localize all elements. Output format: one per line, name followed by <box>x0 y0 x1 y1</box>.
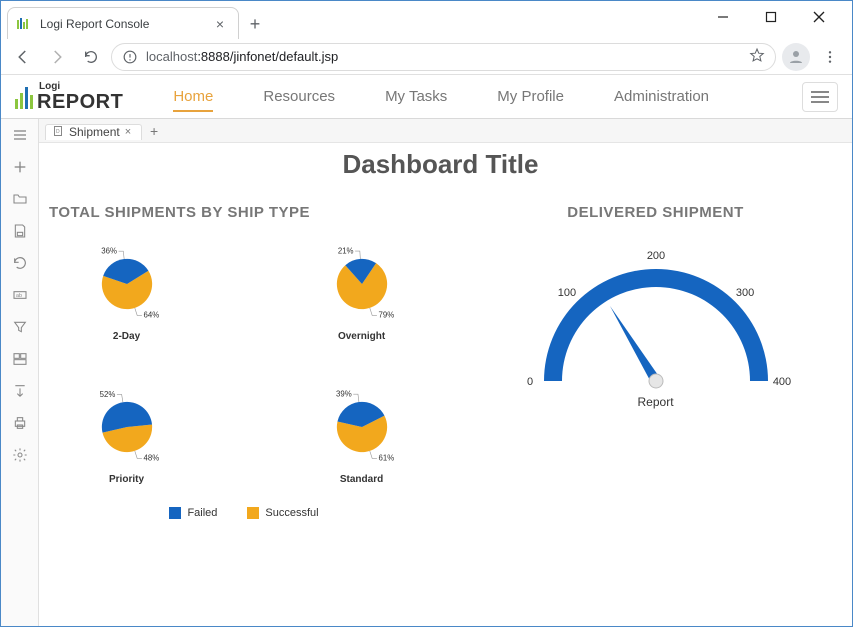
pie-chart-2-day: 36% 64% 2-Day <box>49 239 204 342</box>
legend-failed-label: Failed <box>187 507 217 519</box>
settings-icon[interactable] <box>10 445 30 465</box>
document-tab-label: Shipment <box>69 125 120 139</box>
svg-text:0: 0 <box>526 376 532 388</box>
layout-icon[interactable] <box>10 349 30 369</box>
document-icon: D <box>52 125 64 140</box>
browser-window: Logi Report Console × + localhost:8888/j… <box>0 0 853 627</box>
legend-failed: Failed <box>169 507 217 519</box>
logo-bars-icon <box>15 85 33 109</box>
nav-my-tasks[interactable]: My Tasks <box>385 75 447 118</box>
pie-chart-standard: 39% 61% Standard <box>284 382 439 485</box>
pie-chart-overnight: 21% 79% Overnight <box>284 239 439 342</box>
refresh-icon[interactable] <box>10 253 30 273</box>
minimize-button[interactable] <box>710 4 736 30</box>
svg-text:300: 300 <box>735 287 753 299</box>
add-document-button[interactable]: + <box>142 123 166 139</box>
document-tab[interactable]: D Shipment × <box>45 124 142 140</box>
nav-my-profile[interactable]: My Profile <box>497 75 564 118</box>
forward-button[interactable] <box>43 43 71 71</box>
tab-close-icon[interactable]: × <box>212 16 228 32</box>
browser-tabstrip: Logi Report Console × + <box>1 1 269 39</box>
svg-text:200: 200 <box>646 250 664 262</box>
legend: Failed Successful <box>49 507 439 519</box>
app-header: Logi REPORT Home Resources My Tasks My P… <box>1 75 852 119</box>
main-nav: Home Resources My Tasks My Profile Admin… <box>173 75 709 118</box>
plus-icon[interactable] <box>10 157 30 177</box>
hamburger-button[interactable] <box>802 82 838 112</box>
dashboard-title: Dashboard Title <box>49 149 832 180</box>
favicon-icon <box>16 16 32 32</box>
browser-tab-title: Logi Report Console <box>40 17 204 31</box>
site-info-icon[interactable] <box>122 49 138 65</box>
delivered-panel: DELIVERED SHIPMENT 0 100 200 300 400 Report <box>479 204 832 519</box>
svg-text:39%: 39% <box>336 390 352 399</box>
pie-charts-grid: 36% 64% 2-Day 21% 79% Overnight 52% 48% Priority… <box>49 239 439 485</box>
browser-tab[interactable]: Logi Report Console × <box>7 7 239 39</box>
gauge-caption: Report <box>638 395 674 409</box>
svg-text:48%: 48% <box>143 454 159 463</box>
svg-text:36%: 36% <box>101 247 117 256</box>
pie-title: Priority <box>109 474 144 485</box>
legend-successful-label: Successful <box>265 507 318 519</box>
titlebar: Logi Report Console × + <box>1 1 852 39</box>
new-tab-button[interactable]: + <box>241 10 269 38</box>
body-area: ab D Shipment × + Dashboard Title TOTAL … <box>1 119 852 626</box>
svg-text:ab: ab <box>16 293 22 299</box>
list-view-icon[interactable] <box>10 125 30 145</box>
nav-home[interactable]: Home <box>173 75 213 118</box>
browser-menu-button[interactable] <box>816 43 844 71</box>
svg-text:100: 100 <box>557 287 575 299</box>
gauge-chart: 0 100 200 300 400 Report <box>479 241 832 409</box>
reload-button[interactable] <box>77 43 105 71</box>
filter-icon[interactable] <box>10 317 30 337</box>
maximize-button[interactable] <box>758 4 784 30</box>
print-icon[interactable] <box>10 413 30 433</box>
url-bar: localhost:8888/jinfonet/default.jsp <box>1 39 852 75</box>
legend-successful: Successful <box>247 507 318 519</box>
address-bar[interactable]: localhost:8888/jinfonet/default.jsp <box>111 43 776 71</box>
text-field-icon[interactable]: ab <box>10 285 30 305</box>
pie-chart-priority: 52% 48% Priority <box>49 382 204 485</box>
svg-text:52%: 52% <box>99 390 115 399</box>
svg-text:21%: 21% <box>337 246 353 255</box>
svg-text:D: D <box>56 129 60 135</box>
dashboard-canvas: D Shipment × + Dashboard Title TOTAL SHI… <box>39 119 852 626</box>
nav-administration[interactable]: Administration <box>614 75 709 118</box>
back-button[interactable] <box>9 43 37 71</box>
svg-text:61%: 61% <box>378 454 394 463</box>
svg-text:79%: 79% <box>378 311 394 320</box>
svg-text:400: 400 <box>772 376 790 388</box>
app-logo[interactable]: Logi REPORT <box>15 82 123 112</box>
close-window-button[interactable] <box>806 4 832 30</box>
logo-text: Logi REPORT <box>37 82 123 112</box>
shipments-panel: TOTAL SHIPMENTS BY SHIP TYPE 36% 64% 2-Day… <box>49 204 439 519</box>
document-tab-row: D Shipment × + <box>39 119 852 143</box>
pie-title: Overnight <box>338 331 385 342</box>
folder-icon[interactable] <box>10 189 30 209</box>
export-icon[interactable] <box>10 381 30 401</box>
shipments-panel-title: TOTAL SHIPMENTS BY SHIP TYPE <box>49 204 439 221</box>
pie-title: Standard <box>340 474 383 485</box>
url-text: localhost:8888/jinfonet/default.jsp <box>146 49 338 64</box>
left-toolbar: ab <box>1 119 39 626</box>
pie-title: 2-Day <box>113 331 140 342</box>
save-icon[interactable] <box>10 221 30 241</box>
nav-resources[interactable]: Resources <box>263 75 335 118</box>
window-controls <box>710 1 852 31</box>
profile-button[interactable] <box>782 43 810 71</box>
dashboard-grid: TOTAL SHIPMENTS BY SHIP TYPE 36% 64% 2-Day… <box>49 204 832 519</box>
delivered-panel-title: DELIVERED SHIPMENT <box>479 204 832 221</box>
bookmark-icon[interactable] <box>749 47 765 66</box>
document-tab-close-icon[interactable]: × <box>125 126 131 138</box>
svg-text:64%: 64% <box>143 311 159 320</box>
